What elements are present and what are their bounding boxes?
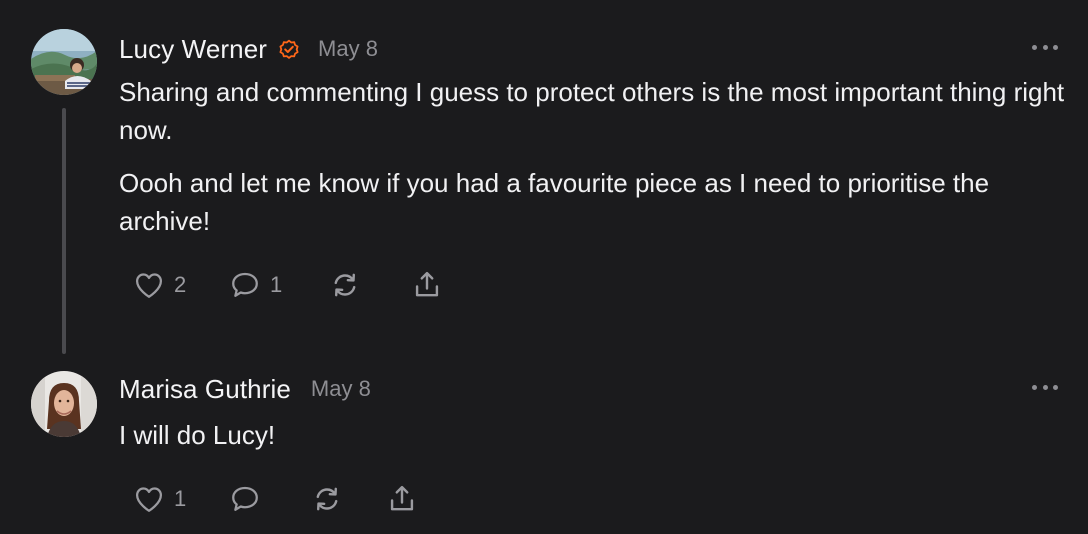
more-dot [1053, 384, 1058, 390]
comment-body: I will do Lucy! [119, 416, 1074, 454]
restack-arrows-icon [328, 268, 362, 302]
comment-body: Sharing and commenting I guess to protec… [119, 73, 1074, 240]
author-name[interactable]: Lucy Werner [119, 34, 267, 65]
more-horizontal-icon [1032, 384, 1037, 390]
share-upload-icon [410, 268, 444, 302]
author-name[interactable]: Marisa Guthrie [119, 374, 291, 405]
reply-button[interactable] [228, 482, 310, 516]
more-dot [1042, 384, 1048, 390]
like-button[interactable]: 1 [132, 482, 228, 516]
heart-icon [132, 268, 166, 302]
like-button[interactable]: 2 [132, 268, 228, 302]
reply-button[interactable]: 1 [228, 268, 328, 302]
speech-bubble-icon [228, 268, 262, 302]
comment-header: Marisa Guthrie May 8 [119, 369, 371, 409]
speech-bubble-icon [228, 482, 262, 516]
share-upload-icon [385, 482, 419, 516]
share-button[interactable] [410, 268, 444, 302]
more-options-button[interactable] [1032, 382, 1058, 392]
comment-date[interactable]: May 8 [311, 376, 371, 402]
avatar-lucy-werner[interactable] [31, 29, 97, 95]
more-dot [1053, 44, 1058, 50]
comment-actions: 2 1 [132, 267, 444, 303]
more-dot [1042, 44, 1048, 50]
share-button[interactable] [385, 482, 419, 516]
restack-arrows-icon [310, 482, 344, 516]
more-horizontal-icon [1032, 44, 1037, 50]
comment-header: Lucy Werner May 8 [119, 29, 378, 69]
restack-button[interactable] [328, 268, 410, 302]
verified-badge-icon [277, 37, 301, 61]
reply-count: 1 [270, 272, 283, 297]
comment-lucy-werner: Lucy Werner May 8 Sharing and commenting… [0, 0, 1088, 360]
comment-date[interactable]: May 8 [318, 36, 378, 62]
restack-button[interactable] [310, 482, 385, 516]
thread-line [62, 108, 66, 354]
like-count: 2 [174, 272, 187, 297]
comment-marisa-guthrie: Marisa Guthrie May 8 I will do Lucy! 1 [0, 360, 1088, 534]
comment-paragraph: Oooh and let me know if you had a favour… [119, 168, 990, 236]
comment-actions: 1 [132, 481, 419, 517]
avatar-marisa-guthrie[interactable] [31, 371, 97, 437]
more-options-button[interactable] [1032, 42, 1058, 52]
heart-icon [132, 482, 166, 516]
comment-paragraph: I will do Lucy! [119, 420, 276, 450]
like-count: 1 [174, 486, 187, 511]
comment-paragraph: Sharing and commenting I guess to protec… [119, 77, 1065, 145]
